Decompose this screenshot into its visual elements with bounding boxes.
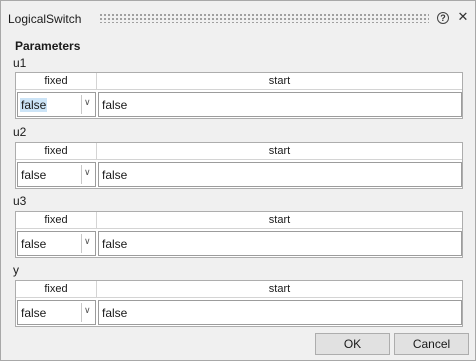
start-field-u3[interactable]: false bbox=[98, 231, 462, 256]
window-title: LogicalSwitch bbox=[8, 12, 82, 26]
group-label-u3: u3 bbox=[13, 194, 27, 208]
ok-button[interactable]: OK bbox=[315, 333, 390, 355]
column-header-fixed: fixed bbox=[16, 73, 97, 90]
column-header-start: start bbox=[97, 212, 462, 229]
start-value-y: false bbox=[102, 306, 128, 320]
group-y: fixed start false ∨ false bbox=[15, 280, 463, 327]
group-label-y: y bbox=[13, 263, 19, 277]
start-value-u2: false bbox=[102, 168, 128, 182]
start-field-u1[interactable]: false bbox=[98, 92, 462, 117]
group-label-u1: u1 bbox=[13, 56, 27, 70]
drag-grip[interactable] bbox=[99, 13, 429, 23]
fixed-value-y: false bbox=[21, 306, 47, 320]
chevron-down-icon[interactable]: ∨ bbox=[84, 167, 91, 178]
fixed-dropdown-u3[interactable]: false ∨ bbox=[17, 231, 96, 256]
title-bar[interactable]: LogicalSwitch ? ✕ bbox=[1, 1, 475, 35]
dropdown-divider bbox=[81, 303, 82, 322]
start-field-y[interactable]: false bbox=[98, 300, 462, 325]
dropdown-divider bbox=[81, 165, 82, 184]
chevron-down-icon[interactable]: ∨ bbox=[84, 305, 91, 316]
fixed-dropdown-u2[interactable]: false ∨ bbox=[17, 162, 96, 187]
chevron-down-icon[interactable]: ∨ bbox=[84, 97, 91, 108]
column-header-start: start bbox=[97, 281, 462, 298]
start-value-u1: false bbox=[102, 98, 128, 112]
start-value-u3: false bbox=[102, 237, 128, 251]
fixed-value-u3: false bbox=[21, 237, 47, 251]
fixed-dropdown-y[interactable]: false ∨ bbox=[17, 300, 96, 325]
column-header-start: start bbox=[97, 73, 462, 90]
group-u2: fixed start false ∨ false bbox=[15, 142, 463, 189]
help-icon[interactable]: ? bbox=[437, 12, 449, 24]
column-header-fixed: fixed bbox=[16, 212, 97, 229]
group-u1: fixed start false ∨ false bbox=[15, 72, 463, 119]
fixed-value-u2: false bbox=[21, 168, 47, 182]
group-u3: fixed start false ∨ false bbox=[15, 211, 463, 258]
logicalswitch-dialog: LogicalSwitch ? ✕ Parameters u1 fixed st… bbox=[0, 0, 476, 361]
fixed-value-u1: false bbox=[20, 98, 48, 112]
column-header-start: start bbox=[97, 143, 462, 160]
cancel-button[interactable]: Cancel bbox=[394, 333, 469, 355]
close-icon[interactable]: ✕ bbox=[456, 9, 470, 25]
fixed-dropdown-u1[interactable]: false ∨ bbox=[17, 92, 96, 117]
parameters-heading: Parameters bbox=[15, 39, 81, 53]
column-header-fixed: fixed bbox=[16, 143, 97, 160]
start-field-u2[interactable]: false bbox=[98, 162, 462, 187]
chevron-down-icon[interactable]: ∨ bbox=[84, 236, 91, 247]
dropdown-divider bbox=[81, 234, 82, 253]
group-label-u2: u2 bbox=[13, 125, 27, 139]
dropdown-divider bbox=[81, 95, 82, 114]
column-header-fixed: fixed bbox=[16, 281, 97, 298]
